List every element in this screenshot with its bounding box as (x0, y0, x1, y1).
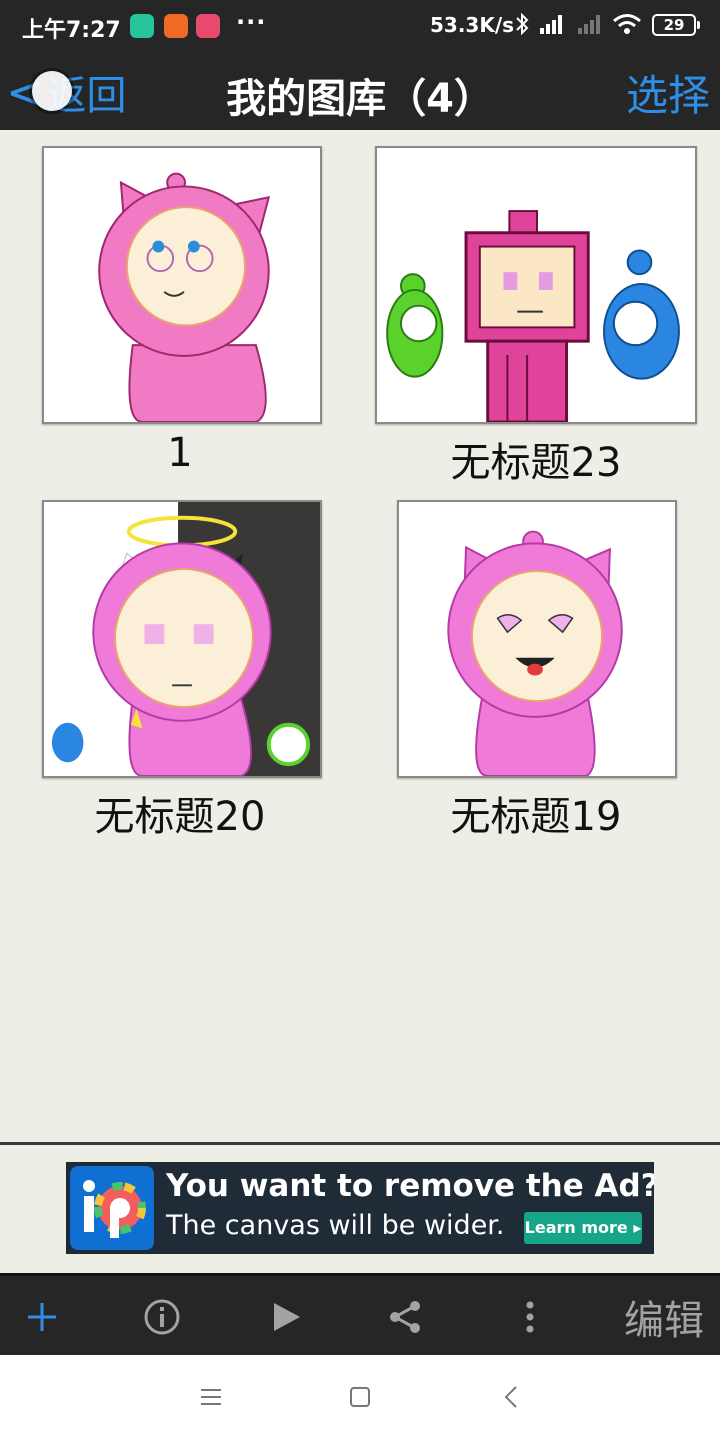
pink-cat-tongue-thumbnail[interactable] (397, 500, 677, 778)
system-nav-bar (0, 1355, 720, 1440)
title-bar: 我的图库（4） < 返回 选择 (0, 54, 720, 130)
status-bar: 上午7:27 ··· 53.3K/s 29 (0, 0, 720, 54)
home-button[interactable] (335, 1375, 385, 1419)
menu-icon (201, 1389, 221, 1405)
more-notifications-icon: ··· (236, 8, 267, 36)
play-icon (274, 1303, 300, 1331)
back-button[interactable]: < 返回 (6, 64, 127, 120)
bottom-toolbar: 编辑 (0, 1273, 720, 1355)
pink-robot-with-friends-thumbnail[interactable] (375, 146, 697, 424)
nav-back-button[interactable] (486, 1375, 536, 1419)
app-notification-icon (196, 14, 220, 38)
bluetooth-icon (514, 12, 530, 41)
info-button[interactable] (134, 1276, 190, 1358)
ad-subline: The canvas will be wider. (166, 1210, 505, 1241)
signal-icon (538, 12, 568, 41)
edit-button[interactable]: 编辑 (612, 1276, 716, 1358)
pink-angel-cat-thumbnail[interactable] (42, 500, 322, 778)
gallery-item-title: 无标题23 (450, 440, 622, 486)
wifi-icon (612, 12, 642, 41)
select-button[interactable]: 选择 (626, 62, 710, 123)
status-time: 上午7:27 (22, 18, 121, 43)
app-notification-icon (130, 14, 154, 38)
info-icon (144, 1299, 180, 1335)
home-icon (350, 1387, 370, 1407)
signal-icon-secondary (576, 12, 606, 41)
gallery-grid: 1 无标题23 无标题20 无标题19 (0, 130, 720, 1142)
share-icon (390, 1301, 420, 1333)
ibis-paint-logo-icon (70, 1166, 154, 1250)
gallery-item-title: 1 (167, 430, 193, 476)
gallery-item-title: 无标题20 (94, 794, 266, 840)
app-notification-icon (164, 14, 188, 38)
touch-indicator (32, 71, 72, 111)
ad-area: You want to remove the Ad? The canvas wi… (0, 1145, 720, 1273)
gallery-item-title: 无标题19 (450, 794, 622, 840)
more-vertical-icon (526, 1301, 534, 1333)
play-button[interactable] (258, 1276, 314, 1358)
plus-icon (28, 1303, 56, 1331)
add-button[interactable] (14, 1276, 70, 1358)
learn-more-button[interactable]: Learn more ▸ (524, 1212, 642, 1244)
ad-headline: You want to remove the Ad? (166, 1168, 654, 1204)
more-button[interactable] (502, 1276, 558, 1358)
network-speed: 53.3K/s (430, 13, 515, 37)
menu-button[interactable] (186, 1375, 236, 1419)
back-icon (504, 1386, 517, 1408)
battery-icon: 29 (652, 14, 700, 36)
ad-banner[interactable]: You want to remove the Ad? The canvas wi… (66, 1162, 654, 1254)
share-button[interactable] (378, 1276, 434, 1358)
pink-cat-with-glasses-thumbnail[interactable] (42, 146, 322, 424)
